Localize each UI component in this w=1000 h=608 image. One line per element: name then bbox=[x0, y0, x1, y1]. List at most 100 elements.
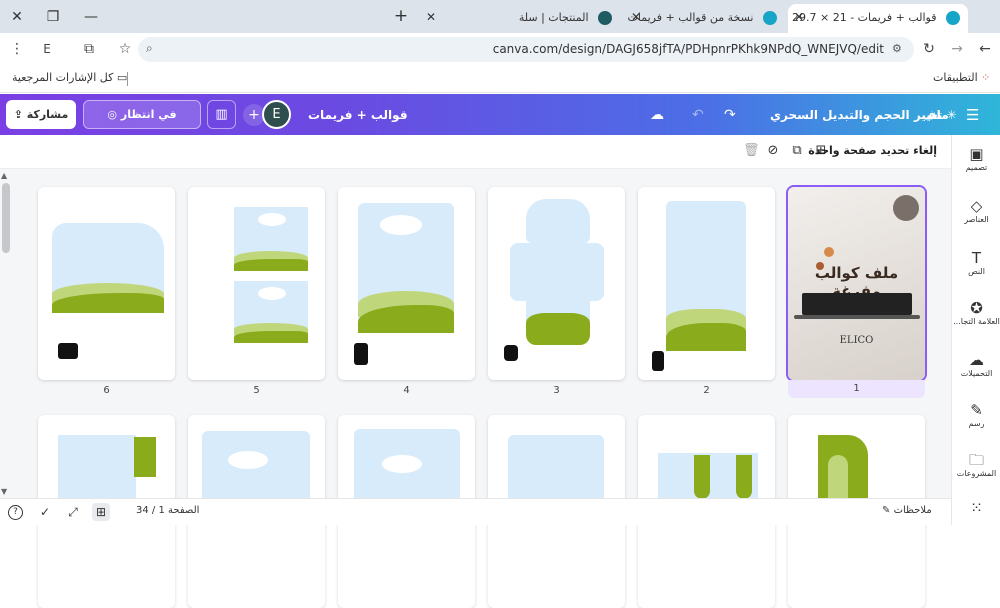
black-mark bbox=[504, 345, 518, 361]
sidebar-item-uploads[interactable]: ☁ التحميلات bbox=[952, 351, 1000, 378]
check-circle-icon: ◎ bbox=[107, 108, 118, 121]
page-thumbnail-6[interactable] bbox=[38, 187, 175, 380]
duplicate-icon[interactable]: ⧉ bbox=[789, 143, 805, 159]
grid-view-icon[interactable]: ⊞ bbox=[92, 503, 110, 521]
page-thumbnail-4[interactable] bbox=[338, 187, 475, 380]
url-text: canva.com/design/DAGJ658jfTA/PDHpnrPKhk9… bbox=[492, 42, 884, 56]
tab-close-icon[interactable]: ✕ bbox=[792, 4, 806, 31]
draw-icon: ✎ bbox=[970, 401, 983, 419]
cloud-shape bbox=[258, 287, 286, 300]
all-bookmarks-link[interactable]: ▭ كل الإشارات المرجعية bbox=[12, 71, 127, 84]
fullscreen-icon[interactable]: ⤢ bbox=[64, 503, 82, 521]
cloud-shape bbox=[380, 215, 422, 235]
window-minimize-icon[interactable]: — bbox=[80, 6, 102, 28]
cloud-shape bbox=[228, 451, 268, 469]
tab-close-icon[interactable]: ✕ bbox=[629, 4, 643, 31]
file-menu[interactable]: ملف bbox=[922, 101, 949, 129]
cloud-save-icon[interactable]: ☁ bbox=[650, 101, 664, 129]
sidebar-item-design[interactable]: ▣ تصميم bbox=[952, 145, 1000, 172]
sidebar-item-apps[interactable]: ⁙ bbox=[952, 499, 1000, 517]
window-restore-icon[interactable]: ❐ bbox=[42, 6, 64, 28]
hill-dark bbox=[666, 323, 746, 351]
window-close-icon[interactable]: ✕ bbox=[6, 6, 28, 28]
page-number-4: 4 bbox=[403, 385, 410, 396]
page-number-3: 3 bbox=[553, 385, 560, 396]
tab-close-icon[interactable]: ✕ bbox=[424, 4, 438, 31]
sidebar-item-projects[interactable]: 🗀 المشروعات bbox=[952, 451, 1000, 478]
tab-active[interactable]: قوالب + فريمات - 21 × 29.7 سم ✕ bbox=[788, 4, 968, 33]
sidebar-item-brand[interactable]: ✪ العلامة التجا... bbox=[952, 299, 1000, 326]
share-button[interactable]: ⇪ مشاركة bbox=[6, 100, 76, 129]
hill-dark bbox=[736, 455, 752, 499]
text-icon: T bbox=[971, 249, 982, 267]
hill-dark bbox=[52, 293, 164, 313]
bookmarks-divider bbox=[127, 72, 128, 86]
page-number-6: 6 bbox=[103, 385, 110, 396]
site-settings-icon[interactable]: ⚙ bbox=[892, 42, 906, 56]
upload-icon: ⇪ bbox=[13, 108, 23, 121]
new-tab-button[interactable]: + bbox=[391, 5, 411, 27]
cover-brand: ELICO bbox=[839, 335, 874, 346]
page-indicator[interactable]: الصفحة 1 / 34 bbox=[136, 505, 199, 516]
scroll-down-arrow-icon[interactable]: ▼ bbox=[1, 487, 7, 496]
review-status-button[interactable]: ◎ في انتظار التعليقات bbox=[83, 100, 201, 148]
hill-dark bbox=[234, 331, 308, 343]
hamburger-menu-icon[interactable]: ☰ bbox=[966, 101, 979, 129]
trash-icon[interactable]: 🗑 bbox=[743, 143, 760, 159]
hide-icon[interactable]: ⊘ bbox=[765, 143, 781, 159]
sidebar-item-elements[interactable]: ◇ العناصر bbox=[952, 197, 1000, 224]
reload-icon[interactable]: ↻ bbox=[918, 38, 940, 60]
apps-bookmark-link[interactable]: ⁘ التطبيقات bbox=[933, 71, 990, 84]
user-avatar[interactable]: E bbox=[262, 100, 291, 129]
scroll-thumb[interactable] bbox=[2, 183, 10, 253]
canva-sidebar: ▣ تصميم ◇ العناصر T النص ✪ العلامة التجا… bbox=[951, 135, 1000, 525]
forward-icon[interactable]: → bbox=[946, 38, 968, 60]
sidebar-item-text[interactable]: T النص bbox=[952, 249, 1000, 276]
profile-avatar[interactable]: E bbox=[36, 38, 58, 60]
page-thumbnail-2[interactable] bbox=[638, 187, 775, 380]
help-icon[interactable]: ? bbox=[8, 505, 23, 520]
apps-grid-icon: ⁘ bbox=[981, 71, 991, 84]
folder-icon: ▭ bbox=[116, 71, 128, 84]
deselect-page-button[interactable]: إلغاء تحديد صفحة واحدة bbox=[808, 144, 937, 157]
page-number-2: 2 bbox=[703, 385, 710, 396]
scroll-up-arrow-icon[interactable]: ▲ bbox=[1, 171, 7, 180]
address-bar[interactable]: ⌕ canva.com/design/DAGJ658jfTA/PDHpnrPKh… bbox=[138, 37, 914, 62]
laptop-base bbox=[794, 315, 920, 319]
search-icon[interactable]: ⌕ bbox=[146, 41, 153, 56]
page-thumbnail-1[interactable]: ملف كوالب مفرغة ELICO bbox=[786, 185, 927, 382]
undo-icon[interactable]: ↶ bbox=[692, 101, 704, 129]
uploads-icon: ☁ bbox=[969, 351, 984, 369]
browser-toolbar: ⋮ E ⧉ ☆ ⌕ canva.com/design/DAGJ658jfTA/P… bbox=[0, 33, 1000, 65]
bookmark-star-icon[interactable]: ☆ bbox=[114, 38, 136, 60]
doc-title[interactable]: قوالب + فريمات bbox=[308, 101, 408, 129]
back-icon[interactable]: ← bbox=[974, 38, 996, 60]
page-number-1[interactable]: 1 bbox=[788, 380, 925, 398]
frame-shape bbox=[510, 243, 604, 301]
salla-favicon-icon bbox=[598, 11, 612, 25]
tab-label: المنتجات | سلة bbox=[518, 11, 589, 24]
browser-tab-strip: ✕ ❐ — + قوالب + فريمات - 21 × 29.7 سم ✕ … bbox=[0, 0, 1000, 33]
cloud-shape bbox=[258, 213, 286, 226]
check-circle-icon[interactable]: ✓ bbox=[36, 503, 54, 521]
redo-icon[interactable]: ↷ bbox=[724, 101, 736, 129]
tab-salla[interactable]: المنتجات | سلة ✕ bbox=[420, 4, 620, 33]
tab-label: نسخة من قوالب + فريمات - 21 × bbox=[625, 11, 754, 24]
extensions-icon[interactable]: ⧉ bbox=[78, 38, 100, 60]
sidebar-item-draw[interactable]: ✎ رسم bbox=[952, 401, 1000, 428]
page-thumbnail-5[interactable] bbox=[188, 187, 325, 380]
page-thumbnail-3[interactable] bbox=[488, 187, 625, 380]
frame-shape bbox=[526, 199, 590, 243]
tab-copy[interactable]: نسخة من قوالب + فريمات - 21 × ✕ bbox=[625, 4, 785, 33]
analytics-icon[interactable]: ▥ bbox=[207, 100, 236, 129]
notes-button[interactable]: ملاحظات ✎ bbox=[882, 505, 932, 516]
page-number-5: 5 bbox=[253, 385, 260, 396]
menu-kebab-icon[interactable]: ⋮ bbox=[6, 38, 28, 60]
canva-header: ⇪ مشاركة ◎ في انتظار التعليقات ▥ + E قوا… bbox=[0, 94, 1000, 148]
hill-dark bbox=[694, 455, 710, 499]
brand-icon: ✪ bbox=[970, 299, 983, 317]
bookmarks-bar: ▭ كل الإشارات المرجعية ⁘ التطبيقات bbox=[0, 65, 1000, 93]
notes-icon: ✎ bbox=[882, 505, 891, 516]
vertical-scrollbar[interactable]: ▲ ▼ bbox=[0, 171, 12, 496]
page-toolbar: 🗑 ⊘ ⧉ ⊞ إلغاء تحديد صفحة واحدة bbox=[0, 135, 951, 169]
